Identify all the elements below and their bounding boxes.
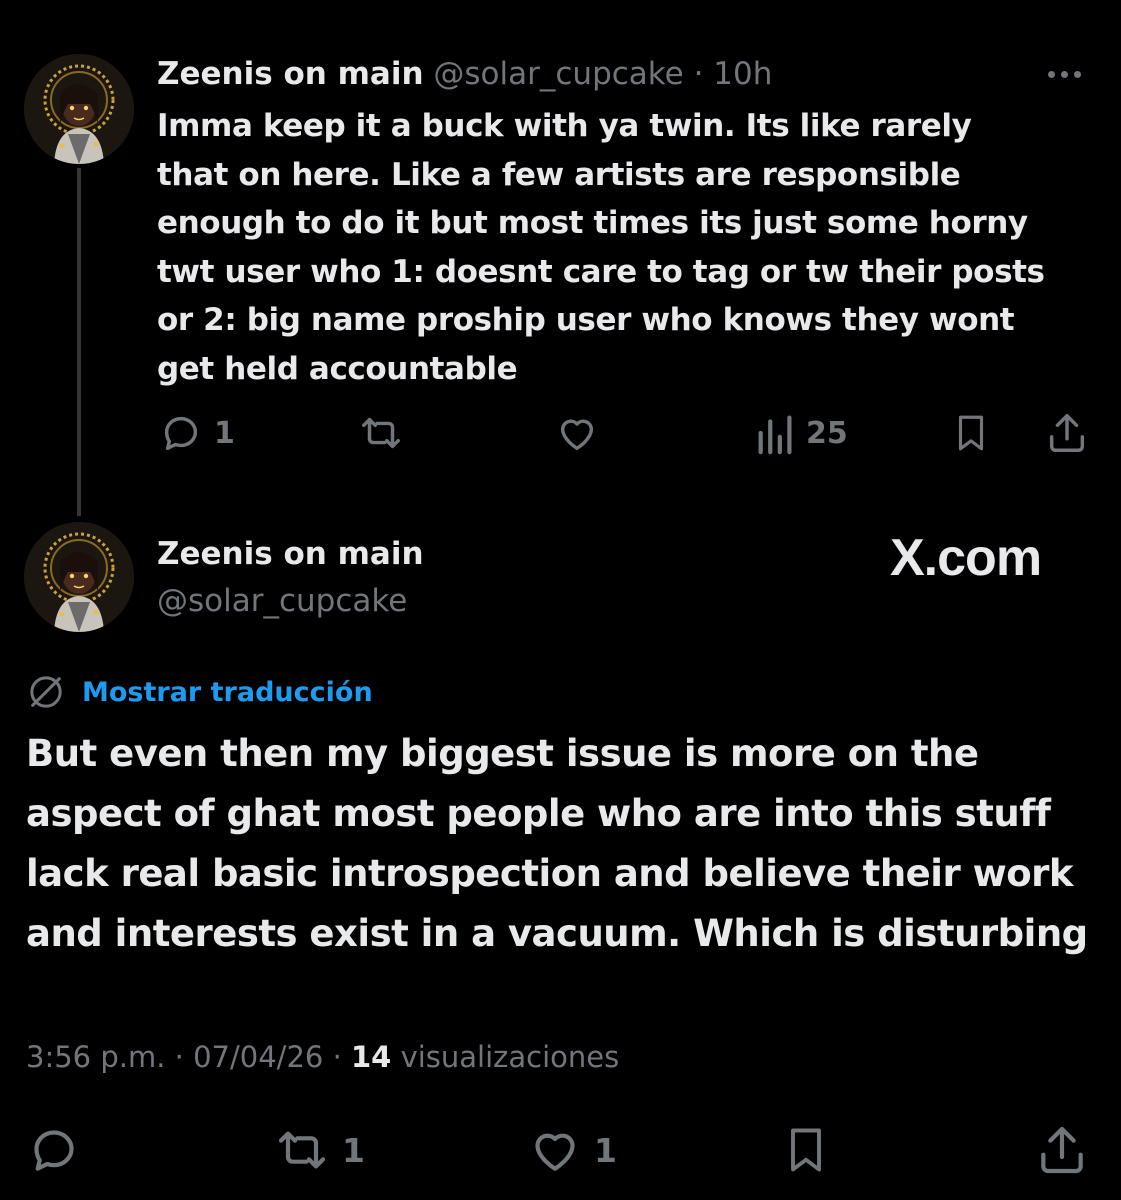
like-button[interactable] (553, 405, 601, 461)
display-name[interactable]: Zeenis on main (157, 56, 424, 92)
heart-icon (535, 1133, 575, 1171)
share-button[interactable] (1034, 1120, 1090, 1180)
brand-watermark: X.com (890, 529, 1042, 587)
views-label: visualizaciones (400, 1040, 620, 1074)
reply-icon (34, 1130, 74, 1171)
tweet-text-line: and interests exist in a vacuum. Which i… (26, 912, 1088, 955)
avatar[interactable] (24, 54, 134, 164)
avatar-image (24, 522, 134, 632)
views-count: 25 (806, 415, 848, 451)
tweet-text-line: lack real basic introspection and believ… (26, 852, 1074, 895)
more-options-icon[interactable] (1048, 64, 1094, 84)
separator-dot: · (174, 1040, 184, 1074)
tweet-actions: 1 25 (0, 405, 1121, 461)
separator-dot: · (332, 1040, 342, 1074)
tweet-time[interactable]: 3:56 p.m. (26, 1040, 165, 1074)
retweet-button[interactable] (356, 405, 406, 461)
timestamp[interactable]: 10h (713, 56, 772, 92)
tweet-date[interactable]: 07/04/26 (193, 1040, 323, 1074)
bookmark-button[interactable] (950, 405, 992, 461)
like-count: 1 (594, 1130, 617, 1170)
bookmark-button[interactable] (780, 1120, 832, 1180)
user-handle[interactable]: @solar_cupcake (433, 56, 683, 92)
retweet-icon (362, 417, 400, 449)
show-translation-button[interactable]: Mostrar traducción (26, 670, 373, 714)
tweet-text-line: aspect of ghat most people who are into … (26, 792, 1051, 835)
share-button[interactable] (1044, 405, 1090, 461)
heart-icon (560, 419, 594, 451)
views-count: 14 (351, 1040, 392, 1074)
reply-button[interactable]: 1 (158, 405, 235, 461)
display-name[interactable]: Zeenis on main (157, 533, 424, 575)
reply-count: 1 (214, 415, 235, 451)
avatar[interactable] (24, 522, 134, 632)
tweet-header: Zeenis on main @solar_cupcake · 10h (157, 54, 772, 94)
analytics-icon (758, 415, 792, 455)
retweet-icon (278, 1131, 326, 1169)
share-icon (1049, 414, 1085, 452)
retweet-count: 1 (342, 1130, 365, 1170)
tweet-text-line: twt user who 1: doesnt care to tag or tw… (157, 253, 1045, 290)
bookmark-icon (958, 415, 984, 451)
reply-button[interactable] (26, 1120, 82, 1180)
tweet-text-line: enough to do it but most times its just … (157, 205, 1028, 241)
reply-icon (164, 416, 198, 451)
tweet-text-line: Imma keep it a buck with ya twin. Its li… (157, 108, 972, 144)
avatar-image (24, 54, 134, 164)
retweet-button[interactable]: 1 (272, 1120, 365, 1180)
views-button[interactable]: 25 (756, 405, 848, 461)
tweet-text: Imma keep it a buck with ya twin. Its li… (157, 102, 1107, 393)
tweet-text: But even then my biggest issue is more o… (26, 724, 1106, 964)
share-icon (1041, 1126, 1083, 1174)
thread-line (77, 168, 81, 516)
tweet-actions: 1 1 (0, 1120, 1121, 1180)
tweet-meta: 3:56 p.m. · 07/04/26 · 14 visualizacione… (26, 1036, 619, 1078)
translate-icon (30, 676, 62, 708)
like-button[interactable]: 1 (526, 1120, 617, 1180)
bookmark-icon (791, 1128, 821, 1172)
translate-label[interactable]: Mostrar traducción (82, 677, 373, 708)
tweet-text-line: or 2: big name proship user who knows th… (157, 302, 1015, 338)
separator-dot: · (693, 56, 704, 92)
user-handle[interactable]: @solar_cupcake (157, 580, 407, 622)
tweet-text-line: that on here. Like a few artists are res… (157, 156, 961, 193)
tweet-text-line: get held accountable (157, 350, 518, 387)
tweet-text-line: But even then my biggest issue is more o… (26, 732, 979, 775)
